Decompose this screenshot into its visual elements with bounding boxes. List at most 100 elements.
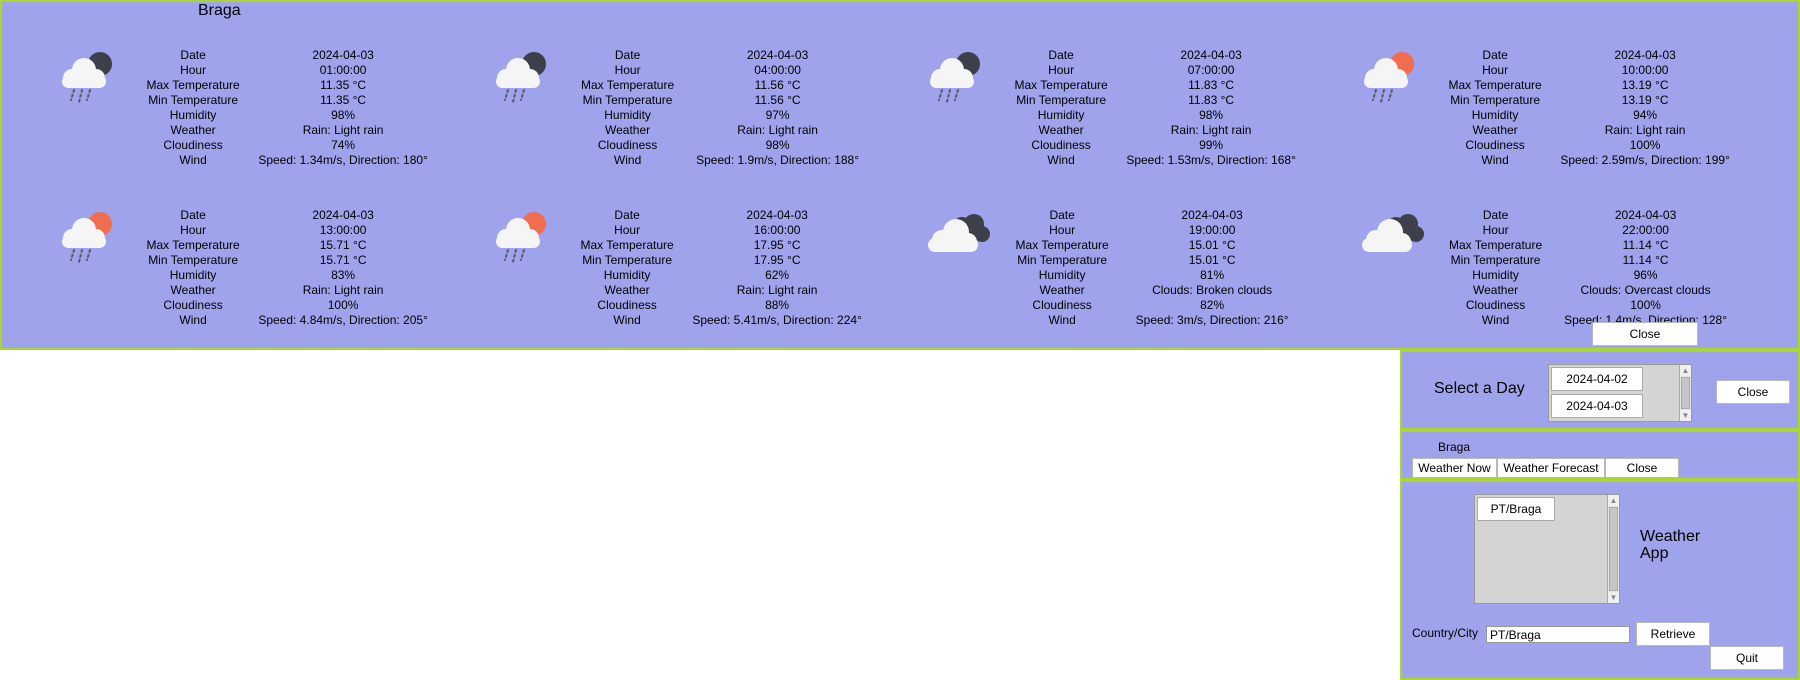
weather-label: Weather bbox=[170, 283, 216, 297]
retrieve-button[interactable]: Retrieve bbox=[1636, 622, 1710, 646]
max-temp-label: Max Temperature bbox=[580, 238, 674, 252]
weather-now-button[interactable]: Weather Now bbox=[1412, 458, 1497, 478]
humidity-value: 81% bbox=[1200, 268, 1225, 282]
scroll-down-icon[interactable]: ▼ bbox=[1680, 410, 1691, 421]
min-temp-label: Min Temperature bbox=[148, 93, 239, 107]
weather-label: Weather bbox=[1039, 283, 1085, 297]
hour-value: 07:00:00 bbox=[1187, 63, 1235, 77]
day-list-item[interactable]: 2024-04-03 bbox=[1551, 394, 1643, 418]
date-value: 2024-04-03 bbox=[746, 208, 808, 222]
humidity-label: Humidity bbox=[169, 268, 217, 282]
forecast-details: Date 2024-04-03 Hour 16:00:00 Max Temperatur… bbox=[566, 208, 866, 328]
forecast-card: Date 2024-04-03 Hour 01:00:00 Max Temperatur… bbox=[2, 12, 432, 167]
hour-label: Hour bbox=[1048, 63, 1075, 77]
wind-label: Wind bbox=[613, 313, 641, 327]
humidity-label: Humidity bbox=[603, 268, 651, 282]
forecast-details: Date 2024-04-03 Hour 04:00:00 Max Temperatur… bbox=[566, 48, 866, 168]
location-listbox[interactable]: PT/Braga ▲ ▼ bbox=[1474, 494, 1620, 604]
hour-label: Hour bbox=[1482, 223, 1509, 237]
day-list-scrollbar[interactable]: ▲ ▼ bbox=[1679, 365, 1691, 421]
max-temp-label: Max Temperature bbox=[581, 78, 675, 92]
forecast-card: Date 2024-04-03 Hour 04:00:00 Max Temperatur… bbox=[436, 12, 866, 167]
hour-label: Hour bbox=[1049, 223, 1076, 237]
humidity-label: Humidity bbox=[1037, 108, 1085, 122]
location-list-scrollbar[interactable]: ▲ ▼ bbox=[1607, 495, 1619, 603]
cloudiness-label: Cloudiness bbox=[597, 138, 658, 152]
broken-clouds-icon bbox=[1356, 202, 1426, 272]
cloudiness-value: 100% bbox=[1630, 298, 1661, 312]
hour-label: Hour bbox=[1482, 63, 1509, 77]
wind-label: Wind bbox=[1481, 153, 1509, 167]
weather-value: Rain: Light rain bbox=[1604, 123, 1686, 137]
date-label: Date bbox=[614, 208, 640, 222]
day-selector-window: Select a Day 2024-04-02 2024-04-03 ▲ ▼ C… bbox=[1400, 350, 1800, 430]
cloudiness-label: Cloudiness bbox=[1031, 138, 1091, 152]
min-temp-value: 11.14 °C bbox=[1622, 253, 1669, 267]
date-label: Date bbox=[1049, 208, 1075, 222]
rain-night-icon bbox=[488, 42, 558, 112]
min-temp-value: 11.83 °C bbox=[1188, 93, 1235, 107]
wind-value: Speed: 4.84m/s, Direction: 205° bbox=[258, 313, 428, 327]
weather-label: Weather bbox=[170, 123, 216, 137]
date-value: 2024-04-03 bbox=[1614, 48, 1676, 62]
day-close-button[interactable]: Close bbox=[1716, 380, 1790, 404]
forecast-details: Date 2024-04-03 Hour 10:00:00 Max Temperatur… bbox=[1434, 48, 1734, 168]
forecast-details: Date 2024-04-03 Hour 07:00:00 Max Temperatur… bbox=[1000, 48, 1300, 168]
city-close-button[interactable]: Close bbox=[1605, 458, 1679, 478]
date-value: 2024-04-03 bbox=[1614, 208, 1677, 222]
scroll-up-icon[interactable]: ▲ bbox=[1608, 495, 1619, 506]
quit-button[interactable]: Quit bbox=[1710, 646, 1784, 670]
cloudiness-label: Cloudiness bbox=[1465, 298, 1526, 312]
humidity-value: 97% bbox=[765, 108, 790, 122]
city-label: Braga bbox=[1438, 440, 1471, 454]
scroll-down-icon[interactable]: ▼ bbox=[1608, 592, 1619, 603]
cloudiness-value: 98% bbox=[765, 138, 790, 152]
rain-day-icon bbox=[54, 202, 124, 272]
scroll-up-icon[interactable]: ▲ bbox=[1680, 365, 1691, 376]
country-city-input[interactable] bbox=[1486, 626, 1630, 643]
wind-value: Speed: 3m/s, Direction: 216° bbox=[1135, 313, 1289, 327]
day-list-item[interactable]: 2024-04-02 bbox=[1551, 367, 1643, 391]
humidity-value: 96% bbox=[1633, 268, 1658, 282]
location-list-item[interactable]: PT/Braga bbox=[1477, 497, 1555, 521]
forecast-card: Date 2024-04-03 Hour 13:00:00 Max Temperatur… bbox=[2, 172, 432, 327]
country-city-label: Country/City bbox=[1412, 626, 1479, 640]
rain-day-icon bbox=[1356, 42, 1426, 112]
weather-value: Rain: Light rain bbox=[302, 123, 384, 137]
forecast-details: Date 2024-04-03 Hour 22:00:00 Max Temperatur… bbox=[1434, 208, 1734, 328]
max-temp-label: Max Temperature bbox=[1448, 78, 1542, 92]
min-temp-label: Min Temperature bbox=[1016, 93, 1107, 107]
max-temp-label: Max Temperature bbox=[1014, 78, 1108, 92]
humidity-value: 94% bbox=[1633, 108, 1658, 122]
hour-value: 16:00:00 bbox=[753, 223, 801, 237]
wind-label: Wind bbox=[179, 313, 207, 327]
date-value: 2024-04-03 bbox=[746, 48, 809, 62]
hour-value: 19:00:00 bbox=[1188, 223, 1236, 237]
weather-app-window: PT/Braga ▲ ▼ Weather App Country/City Re… bbox=[1400, 480, 1800, 680]
scrollbar-thumb[interactable] bbox=[1681, 377, 1690, 409]
hour-value: 22:00:00 bbox=[1622, 223, 1669, 237]
hour-label: Hour bbox=[614, 63, 641, 77]
broken-clouds-icon bbox=[922, 202, 992, 272]
wind-value: Speed: 1.34m/s, Direction: 180° bbox=[258, 153, 428, 167]
scrollbar-thumb[interactable] bbox=[1609, 507, 1618, 591]
forecast-card: Date 2024-04-03 Hour 19:00:00 Max Temperatur… bbox=[870, 172, 1300, 327]
forecast-details: Date 2024-04-03 Hour 19:00:00 Max Temperatur… bbox=[1000, 208, 1300, 328]
day-listbox[interactable]: 2024-04-02 2024-04-03 ▲ ▼ bbox=[1548, 364, 1692, 422]
forecast-card: Date 2024-04-03 Hour 22:00:00 Max Temperatur… bbox=[1304, 172, 1734, 327]
forecast-window: Braga Date 2024-04-03 Hour 01:00:00 Max Temp… bbox=[0, 0, 1800, 350]
humidity-label: Humidity bbox=[604, 108, 651, 122]
city-window: Braga Weather Now Weather Forecast Close bbox=[1400, 430, 1800, 480]
min-temp-value: 11.56 °C bbox=[754, 93, 801, 107]
forecast-close-button[interactable]: Close bbox=[1592, 322, 1698, 346]
weather-forecast-button[interactable]: Weather Forecast bbox=[1497, 458, 1605, 478]
min-temp-label: Min Temperature bbox=[1017, 253, 1108, 267]
humidity-label: Humidity bbox=[1472, 268, 1519, 282]
forecast-details: Date 2024-04-03 Hour 13:00:00 Max Temperatur… bbox=[132, 208, 432, 328]
weather-label: Weather bbox=[605, 123, 651, 137]
date-value: 2024-04-03 bbox=[1181, 208, 1243, 222]
cloudiness-label: Cloudiness bbox=[1465, 138, 1525, 152]
humidity-label: Humidity bbox=[1471, 108, 1519, 122]
weather-value: Rain: Light rain bbox=[1170, 123, 1252, 137]
cloudiness-label: Cloudiness bbox=[163, 138, 223, 152]
